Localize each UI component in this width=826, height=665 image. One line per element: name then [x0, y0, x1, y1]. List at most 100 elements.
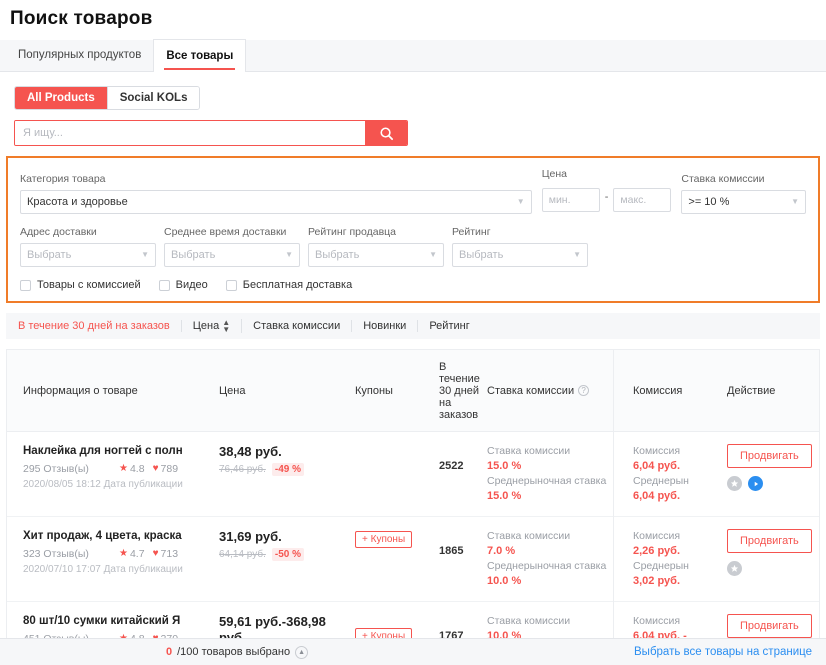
- filter-commission-rate-value: >= 10 %: [688, 196, 730, 208]
- filter-shipping-address-select[interactable]: Выбрать ▼: [20, 243, 156, 267]
- coupon-cell: + Купоны: [355, 529, 439, 548]
- checkbox-free-shipping-label: Бесплатная доставка: [242, 279, 353, 291]
- chevron-down-icon: ▼: [516, 197, 525, 206]
- market-commission-value: 3,02 руб.: [633, 575, 681, 587]
- product-discount-badge: -49 %: [271, 463, 304, 476]
- filter-shipping-address-value: Выбрать: [27, 249, 72, 261]
- commission-rate-label: Ставка комиссии: [487, 615, 571, 627]
- play-icon[interactable]: [748, 476, 763, 491]
- product-rating: 4.7: [129, 548, 145, 560]
- market-commission-label: Среднерын: [633, 560, 689, 572]
- tab-popular-products[interactable]: Популярных продуктов: [6, 39, 153, 71]
- chevron-up-icon[interactable]: ▲: [295, 645, 309, 659]
- main-tabbar: Популярных продуктов Все товары: [0, 39, 826, 72]
- sort-arrows-icon: ▲ ▼: [222, 318, 231, 334]
- table-row: Наклейка для ногтей с полн 295 Отзыв(ы) …: [7, 432, 819, 517]
- promote-button[interactable]: Продвигать: [727, 444, 812, 468]
- star-icon[interactable]: [727, 476, 742, 491]
- market-rate-value: 10.0 %: [487, 575, 522, 587]
- filter-panel: Категория товара Красота и здоровье ▼ Це…: [6, 156, 820, 303]
- sort-commission-rate[interactable]: Ставка комиссии: [242, 320, 353, 332]
- product-discount-badge: -50 %: [271, 548, 304, 561]
- product-name[interactable]: 80 шт/10 сумки китайский Я: [23, 614, 219, 628]
- filter-category-value: Красота и здоровье: [27, 196, 128, 208]
- promote-button[interactable]: Продвигать: [727, 529, 812, 553]
- price-max-input[interactable]: [613, 187, 672, 212]
- product-info-cell: Наклейка для ногтей с полн 295 Отзыв(ы) …: [7, 444, 219, 491]
- market-rate-value: 15.0 %: [487, 490, 522, 502]
- orders-cell: 1865: [439, 529, 487, 557]
- table-row: Хит продаж, 4 цвета, краска 323 Отзыв(ы)…: [7, 517, 819, 602]
- table-header-row: Информация о товаре Цена Купоны В течени…: [7, 350, 819, 432]
- commission-value: 2,26 руб.: [633, 545, 681, 557]
- price-old-line: 76,46 руб. -49 %: [219, 463, 355, 476]
- checkbox-free-shipping[interactable]: Бесплатная доставка: [225, 279, 353, 291]
- orders-cell: 2522: [439, 444, 487, 472]
- filter-shipping-address-label: Адрес доставки: [20, 226, 97, 238]
- action-cell: Продвигать: [715, 529, 815, 576]
- product-info-cell: Хит продаж, 4 цвета, краска 323 Отзыв(ы)…: [7, 529, 219, 576]
- sort-orders-30-days[interactable]: В течение 30 дней на заказов: [18, 320, 182, 332]
- tab-all-products[interactable]: Все товары: [153, 39, 247, 72]
- chevron-down-icon: ▼: [285, 250, 293, 259]
- filter-seller-rating-select[interactable]: Выбрать ▼: [308, 243, 444, 267]
- sort-rating[interactable]: Рейтинг: [418, 320, 480, 332]
- selection-info: 0/100 товаров выбрано ▲: [166, 645, 309, 659]
- market-rate-label: Среднерыночная ставка: [487, 560, 607, 572]
- product-name[interactable]: Хит продаж, 4 цвета, краска: [23, 529, 219, 543]
- promote-button[interactable]: Продвигать: [727, 614, 812, 638]
- search-input[interactable]: [15, 121, 365, 145]
- commission-rate-cell: Ставка комиссии 15.0 % Среднерыночная ст…: [487, 444, 633, 504]
- coupon-button[interactable]: + Купоны: [355, 531, 413, 548]
- price-min-input[interactable]: [541, 187, 600, 212]
- selected-total-label: /100 товаров выбрано: [177, 646, 291, 658]
- commission-cell: Комиссия 6,04 руб. Среднерын 6,04 руб.: [633, 444, 715, 504]
- commission-rate-cell: Ставка комиссии 7.0 % Среднерыночная ста…: [487, 529, 633, 589]
- sort-price[interactable]: Цена ▲ ▼: [182, 318, 243, 334]
- product-meta: 295 Отзыв(ы) ★ 4.8 ♥ 789: [23, 462, 219, 476]
- product-price: 38,48 руб.: [219, 444, 282, 459]
- question-mark-icon[interactable]: ?: [578, 385, 590, 397]
- heart-icon: ♥: [152, 463, 159, 474]
- filter-price-label: Цена: [541, 168, 567, 180]
- commission-label: Комиссия: [633, 445, 681, 457]
- star-icon[interactable]: [727, 561, 742, 576]
- sort-new[interactable]: Новинки: [352, 320, 419, 332]
- filter-category-select[interactable]: Красота и здоровье ▼: [20, 190, 532, 214]
- filter-avg-delivery-time-value: Выбрать: [171, 249, 216, 261]
- filter-rating-select[interactable]: Выбрать ▼: [452, 243, 588, 267]
- checkbox-video[interactable]: Видео: [158, 279, 208, 291]
- chevron-down-icon: ▼: [429, 250, 437, 259]
- product-search-page: Поиск товаров Популярных продуктов Все т…: [0, 0, 826, 665]
- market-commission-value: 6,04 руб.: [633, 490, 681, 502]
- segment-social-kols[interactable]: Social KOLs: [107, 87, 200, 109]
- filter-commission-rate-select[interactable]: >= 10 % ▼: [681, 190, 806, 214]
- product-reviews: 323 Отзыв(ы): [23, 548, 89, 560]
- filter-price-range: -: [541, 185, 672, 214]
- product-orders-count: 2522: [439, 460, 464, 472]
- filter-seller-rating-value: Выбрать: [315, 249, 360, 261]
- column-header-commission-rate-label: Ставка комиссии: [487, 384, 575, 397]
- star-icon: ★: [119, 548, 128, 559]
- commission-value: 6,04 руб.: [633, 460, 681, 472]
- column-header-price: Цена: [219, 384, 246, 397]
- product-name[interactable]: Наклейка для ногтей с полн: [23, 444, 219, 458]
- filter-avg-delivery-time: Среднее время доставки Выбрать ▼: [164, 226, 300, 267]
- selected-count: 0: [166, 646, 173, 658]
- search-icon: [379, 126, 393, 140]
- chevron-down-icon: ▼: [573, 250, 581, 259]
- checkbox-box-icon: [158, 279, 170, 291]
- checkbox-video-label: Видео: [175, 279, 208, 291]
- filter-rating-label: Рейтинг: [452, 226, 491, 238]
- chevron-down-icon: ▼: [141, 250, 149, 259]
- checkbox-commission-products-label: Товары с комиссией: [37, 279, 141, 291]
- segment-all-products[interactable]: All Products: [15, 87, 108, 109]
- product-likes: 789: [160, 463, 179, 475]
- commission-rate-value: 7.0 %: [487, 545, 516, 557]
- checkbox-commission-products[interactable]: Товары с комиссией: [20, 279, 141, 291]
- filter-checkbox-group: Товары с комиссией Видео Бесплатная дост…: [20, 279, 806, 291]
- bottom-selection-bar: 0/100 товаров выбрано ▲ Выбрать все това…: [0, 638, 826, 665]
- select-all-on-page-link[interactable]: Выбрать все товары на странице: [634, 646, 812, 658]
- filter-avg-delivery-time-select[interactable]: Выбрать ▼: [164, 243, 300, 267]
- search-button[interactable]: [365, 121, 407, 145]
